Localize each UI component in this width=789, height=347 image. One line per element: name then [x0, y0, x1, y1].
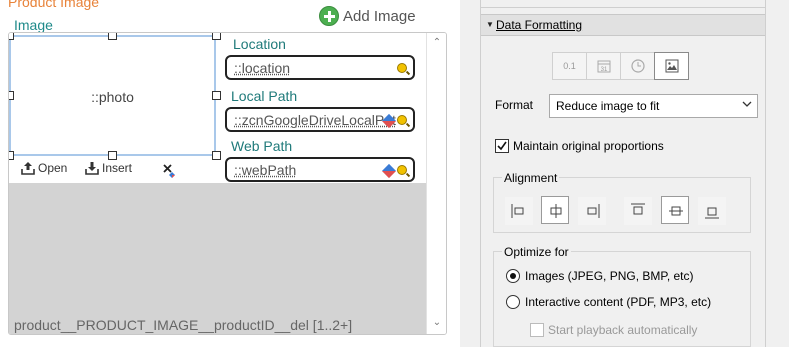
maintain-proportions-checkbox[interactable]: Maintain original proportions	[495, 139, 664, 153]
open-button[interactable]: Open	[21, 161, 67, 175]
clock-icon	[631, 59, 645, 73]
align-center-icon	[550, 204, 562, 218]
collapse-triangle-icon[interactable]: ▼	[486, 20, 494, 29]
portal-empty-rows	[9, 183, 427, 334]
insert-label: Insert	[102, 161, 133, 175]
resize-handle-top-right[interactable]	[212, 33, 221, 40]
data-formatting-header[interactable]: ▼ Data Formatting	[481, 14, 765, 36]
search-badge-icon	[397, 165, 407, 175]
upload-icon	[21, 162, 35, 175]
layout-canvas: Product Image Image Add Image ::photo Op…	[0, 0, 460, 347]
align-right-icon	[587, 204, 600, 218]
local-path-label: Local Path	[231, 88, 298, 104]
format-label: Format	[495, 98, 534, 112]
add-image-label: Add Image	[343, 7, 416, 25]
time-format-button[interactable]	[620, 52, 655, 80]
calendar-icon: 31	[597, 60, 611, 73]
align-top-button[interactable]	[624, 197, 652, 225]
optimize-images-radio[interactable]: Images (JPEG, PNG, BMP, etc)	[506, 269, 694, 283]
open-label: Open	[38, 161, 68, 175]
title-clip: Product Image	[8, 0, 99, 12]
insert-button[interactable]: Insert	[85, 161, 132, 175]
align-right-button[interactable]	[578, 197, 606, 225]
search-badge-icon	[397, 63, 407, 73]
container-format-button[interactable]	[654, 52, 689, 80]
optimize-interactive-label: Interactive content (PDF, MP3, etc)	[525, 295, 712, 309]
scroll-up-icon[interactable]: ⌃	[432, 38, 442, 48]
resize-handle-left[interactable]	[9, 91, 14, 100]
optimize-images-label: Images (JPEG, PNG, BMP, etc)	[525, 269, 694, 283]
checkbox-box[interactable]	[495, 139, 509, 153]
clear-button[interactable]	[163, 164, 177, 178]
number-format-button[interactable]: 0.1	[552, 52, 587, 80]
right-edge-strip	[766, 0, 789, 347]
search-badge-icon	[397, 115, 407, 125]
photo-container[interactable]: ::photo	[9, 35, 216, 156]
location-field[interactable]: ::location	[225, 55, 415, 80]
photo-placeholder: ::photo	[91, 89, 134, 105]
format-type-buttons: 0.1 31	[552, 52, 689, 80]
maintain-proportions-label: Maintain original proportions	[513, 139, 664, 153]
scroll-down-icon[interactable]: ⌄	[432, 318, 442, 328]
add-image-button[interactable]: Add Image	[319, 6, 416, 26]
web-path-field[interactable]: ::webPath	[225, 157, 415, 182]
web-path-label: Web Path	[231, 138, 293, 154]
align-center-button[interactable]	[541, 196, 569, 224]
align-left-icon	[511, 204, 524, 218]
chevron-down-icon	[742, 101, 752, 107]
canvas-subtitle[interactable]: Image	[14, 17, 53, 33]
radio-unselected-icon[interactable]	[506, 295, 520, 309]
portal[interactable]: ::photo Open Insert Location::location …	[8, 32, 447, 335]
optimize-interactive-radio[interactable]: Interactive content (PDF, MP3, etc)	[506, 295, 711, 309]
clear-x-icon	[163, 164, 175, 178]
alignment-title: Alignment	[502, 171, 560, 185]
align-middle-button[interactable]	[661, 196, 689, 224]
resize-handle-bottom[interactable]	[108, 151, 117, 160]
resize-handle-right[interactable]	[212, 91, 221, 100]
checkbox-box[interactable]	[530, 323, 544, 337]
download-icon	[85, 162, 99, 175]
number-format-icon: 0.1	[563, 61, 576, 71]
local-path-field[interactable]: ::zcnGoogleDriveLocalPath	[225, 107, 415, 132]
resize-handle-top-left[interactable]	[9, 33, 14, 40]
format-select-value: Reduce image to fit	[556, 99, 660, 113]
resize-handle-bottom-right[interactable]	[212, 151, 221, 160]
canvas-title[interactable]: Product Image	[8, 0, 99, 10]
align-bottom-button[interactable]	[698, 197, 726, 225]
web-path-value: ::webPath	[234, 162, 297, 178]
location-label: Location	[233, 36, 286, 52]
svg-text:31: 31	[601, 67, 608, 73]
location-value: ::location	[234, 60, 291, 76]
image-icon	[665, 59, 679, 73]
plus-circle-icon	[319, 6, 339, 26]
data-formatting-title: Data Formatting	[496, 18, 583, 32]
resize-handle-bottom-left[interactable]	[9, 151, 14, 160]
panel-top-divider	[481, 0, 765, 8]
start-playback-checkbox[interactable]: Start playback automatically	[530, 323, 697, 337]
portal-scrollbar[interactable]: ⌃ ⌄	[426, 33, 446, 334]
align-bottom-icon	[705, 207, 719, 219]
checkmark-icon	[497, 141, 507, 151]
align-left-button[interactable]	[505, 197, 533, 225]
optimize-title: Optimize for	[502, 245, 571, 259]
align-top-icon	[631, 203, 645, 215]
portal-table-label: product__PRODUCT_IMAGE__productID__del […	[14, 317, 353, 333]
format-select[interactable]: Reduce image to fit	[549, 94, 758, 118]
date-format-button[interactable]: 31	[586, 52, 621, 80]
start-playback-label: Start playback automatically	[548, 323, 698, 337]
align-middle-icon	[669, 206, 683, 216]
local-path-value: ::zcnGoogleDriveLocalPath	[234, 112, 396, 128]
radio-selected-icon[interactable]	[506, 269, 520, 283]
resize-handle-top[interactable]	[108, 33, 117, 40]
